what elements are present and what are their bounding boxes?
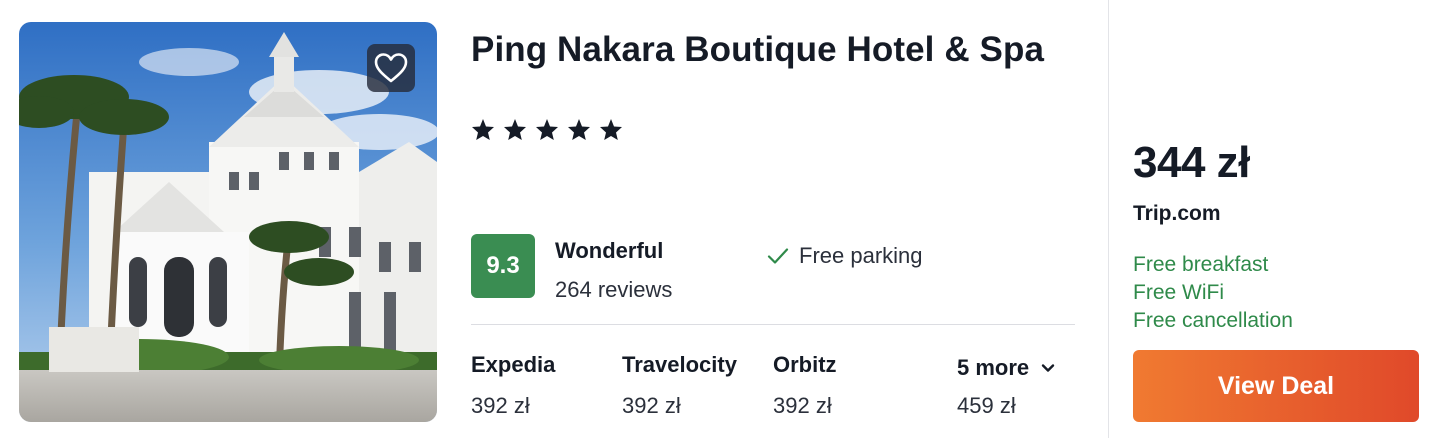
provider-price: 459 zł (957, 393, 1016, 418)
view-deal-button[interactable]: View Deal (1133, 350, 1419, 422)
star-icon (472, 119, 494, 140)
deal-perks: Free breakfast Free WiFi Free cancellati… (1133, 251, 1293, 335)
star-rating (471, 118, 623, 141)
more-providers-button[interactable]: 5 more (957, 353, 1055, 383)
hotel-result-card: Ping Nakara Boutique Hotel & Spa 9.3 Won… (0, 0, 1434, 438)
chevron-down-icon (1041, 364, 1055, 372)
provider-price: 392 zł (622, 393, 681, 418)
amenity-free-parking: Free parking (767, 243, 923, 269)
amenity-label: Free parking (799, 243, 923, 268)
favorite-button[interactable] (367, 44, 415, 92)
star-icon (504, 119, 526, 140)
star-icon (600, 119, 622, 140)
perk-free-wifi: Free WiFi (1133, 281, 1224, 304)
column-divider (1108, 0, 1109, 438)
provider-price: 392 zł (471, 393, 530, 418)
deal-provider: Trip.com (1133, 202, 1221, 225)
perk-free-cancellation: Free cancellation (1133, 309, 1293, 332)
provider-expedia[interactable]: Expedia 392 zł (471, 350, 555, 421)
divider (471, 324, 1075, 325)
provider-name: Travelocity (622, 352, 737, 377)
provider-travelocity[interactable]: Travelocity 392 zł (622, 350, 737, 421)
more-providers-label: 5 more (957, 355, 1030, 380)
rating-label: Wonderful (555, 238, 664, 263)
hotel-name[interactable]: Ping Nakara Boutique Hotel & Spa (471, 26, 1061, 74)
provider-orbitz[interactable]: Orbitz 392 zł (773, 350, 837, 421)
review-count[interactable]: 264 reviews (555, 277, 672, 303)
rating-score-badge: 9.3 (471, 234, 535, 298)
star-icon (536, 119, 558, 140)
provider-name: Expedia (471, 352, 556, 377)
provider-price: 392 zł (773, 393, 832, 418)
deal-price: 344 zł (1133, 138, 1250, 187)
heart-icon (374, 53, 408, 83)
more-providers[interactable]: 5 more 459 zł (957, 350, 1055, 421)
star-icon (568, 119, 590, 140)
provider-name: Orbitz (773, 352, 837, 377)
check-icon (767, 248, 789, 264)
perk-free-breakfast: Free breakfast (1133, 253, 1269, 276)
